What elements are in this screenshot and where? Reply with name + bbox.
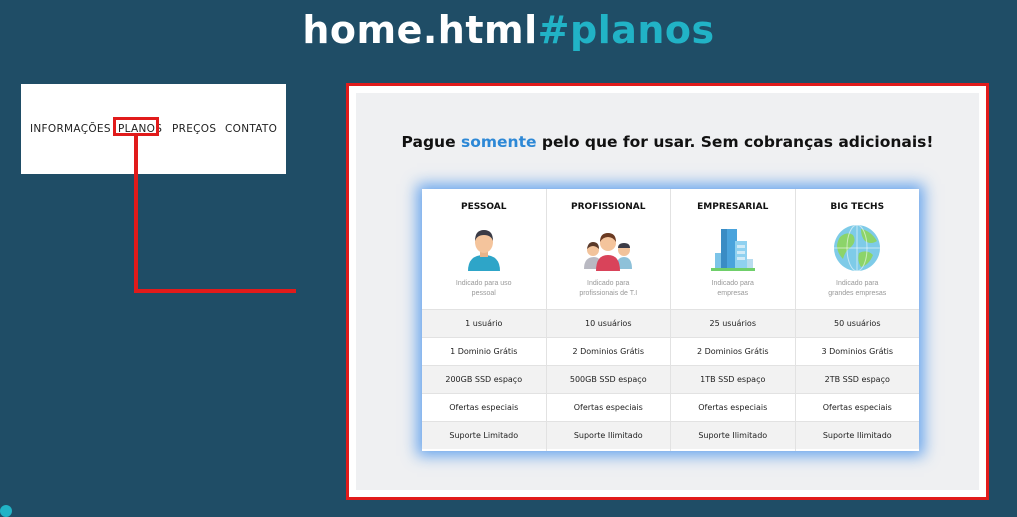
plan-desc-line2: profissionais de T.I <box>579 290 638 297</box>
plan-name: PESSOAL <box>461 202 507 212</box>
feature-storage: 200GB SSD espaço <box>422 365 546 393</box>
feature-offers: Ofertas especiais <box>671 393 795 421</box>
headline-highlight: somente <box>461 133 537 151</box>
plan-header: PESSOAL Indicado para uso pessoal <box>422 189 546 309</box>
feature-offers: Ofertas especiais <box>795 393 919 421</box>
plan-desc-line1: Indicado para <box>711 280 754 287</box>
feature-support: Suporte Limitado <box>422 421 546 449</box>
plan-desc-line2: empresas <box>717 290 749 297</box>
feature-users: 50 usuários <box>795 309 919 337</box>
feature-users: 1 usuário <box>422 309 546 337</box>
plan-name: PROFISSIONAL <box>571 202 646 212</box>
plan-header: PROFISSIONAL Indicado para profissionais … <box>547 189 671 309</box>
plan-desc-line1: Indicado para <box>836 280 879 287</box>
plan-description: Indicado para empresas <box>685 279 781 299</box>
planos-preview-frame: Pague somente pelo que for usar. Sem cob… <box>346 83 989 500</box>
plan-card-big-techs[interactable]: BIG TECHS Indicado para grandes empresas … <box>794 189 920 451</box>
building-icon <box>710 229 755 271</box>
plan-name: BIG TECHS <box>830 202 885 212</box>
nav-item-contato[interactable]: CONTATO <box>225 123 277 135</box>
plan-description: Indicado para profissionais de T.I <box>561 279 657 299</box>
plan-desc-line1: Indicado para uso <box>455 280 512 287</box>
feature-support: Suporte Ilimitado <box>795 421 919 449</box>
team-icon <box>584 233 633 271</box>
feature-domains: 2 Dominios Grátis <box>546 337 670 365</box>
nav-item-informacoes[interactable]: INFORMAÇÕES <box>30 123 111 135</box>
plan-desc-line2: pessoal <box>471 290 496 297</box>
planos-highlight-box <box>113 117 159 136</box>
feature-domains: 2 Dominios Grátis <box>671 337 795 365</box>
plan-name: EMPRESARIAL <box>697 202 769 212</box>
feature-support: Suporte Ilimitado <box>671 421 795 449</box>
pricing-table: PESSOAL Indicado para uso pessoal 1 usuár… <box>422 189 919 451</box>
plan-card-pessoal[interactable]: PESSOAL Indicado para uso pessoal 1 usuár… <box>422 189 546 451</box>
title-anchor: #planos <box>537 8 715 52</box>
connector-line-vertical <box>134 136 138 293</box>
person-icon <box>467 230 500 271</box>
feature-offers: Ofertas especiais <box>546 393 670 421</box>
globe-icon <box>834 224 881 272</box>
plan-card-empresarial[interactable]: EMPRESARIAL Indicado para empresas 25 us… <box>670 189 795 451</box>
nav-item-precos[interactable]: PREÇOS <box>172 123 216 135</box>
headline-text-1: Pague <box>401 133 461 151</box>
title-filename: home.html <box>302 8 538 52</box>
planos-headline: Pague somente pelo que for usar. Sem cob… <box>356 133 979 151</box>
feature-domains: 1 Dominio Grátis <box>422 337 546 365</box>
headline-text-2: pelo que for usar. Sem cobranças adicion… <box>536 133 934 151</box>
connector-line-horizontal <box>134 289 296 293</box>
feature-domains: 3 Dominios Grátis <box>795 337 919 365</box>
planos-section: Pague somente pelo que for usar. Sem cob… <box>356 93 979 490</box>
slide-title: home.html#planos <box>0 8 1017 52</box>
plan-header: BIG TECHS Indicado para grandes empresas <box>796 189 920 309</box>
plan-card-profissional[interactable]: PROFISSIONAL Indicado para profissionais … <box>545 189 671 451</box>
feature-offers: Ofertas especiais <box>422 393 546 421</box>
plan-description: Indicado para uso pessoal <box>436 279 532 299</box>
plan-header: EMPRESARIAL Indicado para empresas <box>671 189 795 309</box>
plan-description: Indicado para grandes empresas <box>810 279 906 299</box>
feature-storage: 1TB SSD espaço <box>671 365 795 393</box>
feature-support: Suporte Ilimitado <box>546 421 670 449</box>
feature-users: 25 usuários <box>671 309 795 337</box>
plan-desc-line2: grandes empresas <box>828 290 887 297</box>
feature-users: 10 usuários <box>546 309 670 337</box>
plan-desc-line1: Indicado para <box>587 280 630 287</box>
logo-fragment <box>0 505 12 517</box>
feature-storage: 2TB SSD espaço <box>795 365 919 393</box>
feature-storage: 500GB SSD espaço <box>546 365 670 393</box>
